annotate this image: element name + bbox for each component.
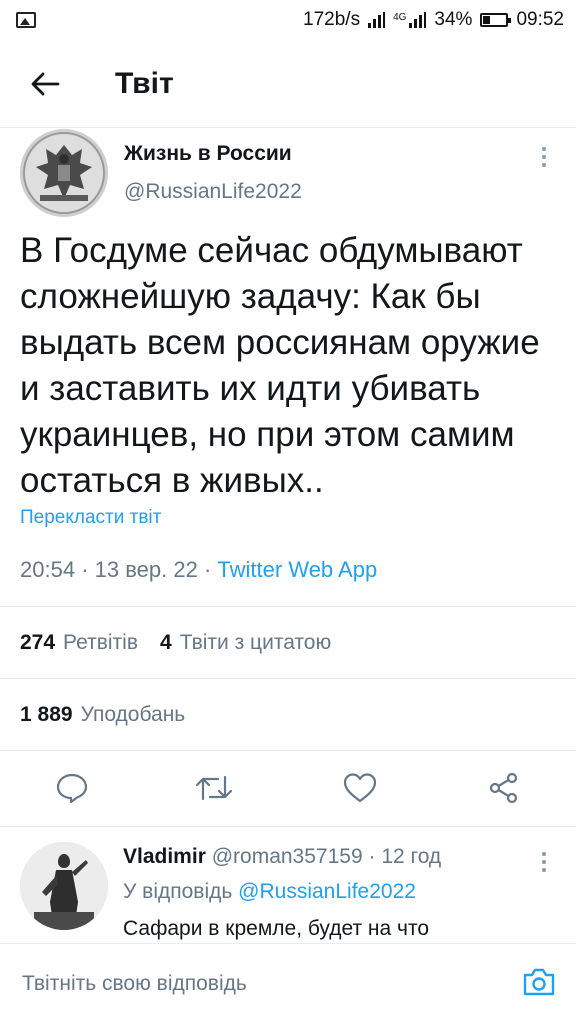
coat-of-arms-icon	[20, 129, 108, 217]
retweets-stat[interactable]: 274 Ретвітів	[20, 631, 138, 655]
quotes-stat[interactable]: 4 Твіти з цитатою	[160, 631, 331, 655]
retweets-label: Ретвітів	[63, 631, 138, 654]
engagement-stats: 274 Ретвітів 4 Твіти з цитатою	[20, 631, 331, 655]
more-options-button[interactable]	[532, 142, 556, 172]
author-name[interactable]: Жизнь в России	[124, 142, 292, 166]
retweet-button[interactable]	[194, 768, 234, 808]
quotes-count: 4	[160, 631, 172, 654]
camera-button[interactable]	[522, 966, 556, 998]
reply-button[interactable]	[52, 768, 92, 808]
reply-composer: Твітніть свою відповідь	[0, 943, 576, 1025]
reply-icon	[56, 773, 88, 804]
likes-label: Уподобань	[80, 703, 186, 726]
reply-context: У відповідь @RussianLife2022	[123, 880, 416, 904]
statue-icon	[20, 842, 108, 930]
tweet-metadata: 20:54 · 13 вер. 22 · Twitter Web App	[20, 557, 377, 583]
reply-more-options-button[interactable]	[534, 847, 554, 877]
translate-tweet-link[interactable]: Перекласти твіт	[20, 507, 161, 529]
quotes-label: Твіти з цитатою	[179, 631, 332, 654]
more-dot-icon	[542, 868, 546, 872]
author-handle[interactable]: @RussianLife2022	[124, 180, 302, 204]
reply-author-name[interactable]: Vladimir	[123, 845, 206, 868]
retweets-count: 274	[20, 631, 56, 654]
page-title: Твіт	[115, 67, 174, 100]
retweet-icon	[195, 775, 233, 801]
like-button[interactable]	[340, 768, 380, 808]
battery-icon	[480, 13, 512, 27]
tweet-text: В Госдуме сейчас обдумывают сложнейшую з…	[20, 231, 540, 500]
more-dot-icon	[542, 155, 546, 159]
battery-percent: 34%	[434, 9, 473, 30]
likes-stats[interactable]: 1 889 Уподобань	[20, 703, 185, 727]
meta-separator: ·	[203, 557, 218, 582]
more-dot-icon	[542, 147, 546, 151]
tweet-source-link[interactable]: Twitter Web App	[217, 557, 377, 582]
stats-divider	[0, 678, 576, 679]
network-speed: 172b/s	[303, 9, 361, 30]
status-bar: 172b/s 4G 34% 09:52	[0, 0, 576, 40]
gallery-notification-icon	[16, 12, 36, 28]
reply-avatar[interactable]	[20, 842, 108, 930]
top-app-bar: Твіт	[0, 40, 576, 128]
signal-icon	[368, 12, 386, 28]
reply-to-mention-link[interactable]: @RussianLife2022	[238, 880, 416, 903]
signal-4g-icon: 4G	[393, 12, 427, 28]
author-avatar[interactable]	[20, 129, 108, 217]
reply-input[interactable]: Твітніть свою відповідь	[22, 972, 247, 996]
back-button[interactable]	[0, 40, 90, 128]
likes-count: 1 889	[20, 703, 73, 726]
tweet-author: Жизнь в России @RussianLife2022	[20, 128, 560, 223]
arrow-left-icon	[31, 72, 60, 96]
share-button[interactable]	[484, 768, 524, 808]
tweet-date: 13 вер. 22	[94, 557, 198, 582]
clock: 09:52	[516, 9, 564, 30]
reply-age: 12 год	[381, 845, 442, 868]
more-dot-icon	[542, 163, 546, 167]
reply-text: Сафари в кремле, будет на что	[123, 917, 430, 940]
reply-header: Vladimir @roman357159 · 12 год	[123, 845, 441, 869]
like-icon	[343, 773, 377, 803]
meta-separator: ·	[368, 845, 376, 868]
more-dot-icon	[542, 852, 546, 856]
reply-tweet[interactable]: Vladimir @roman357159 · 12 год У відпові…	[0, 827, 576, 942]
share-icon	[489, 772, 518, 804]
reply-to-label: У відповідь	[123, 880, 233, 903]
meta-divider	[0, 606, 576, 607]
reply-author-handle[interactable]: @roman357159	[212, 845, 363, 868]
camera-icon	[523, 968, 555, 996]
meta-separator: ·	[81, 557, 95, 582]
tweet-time: 20:54	[20, 557, 76, 582]
tweet-action-bar	[0, 750, 576, 826]
more-dot-icon	[542, 860, 546, 864]
